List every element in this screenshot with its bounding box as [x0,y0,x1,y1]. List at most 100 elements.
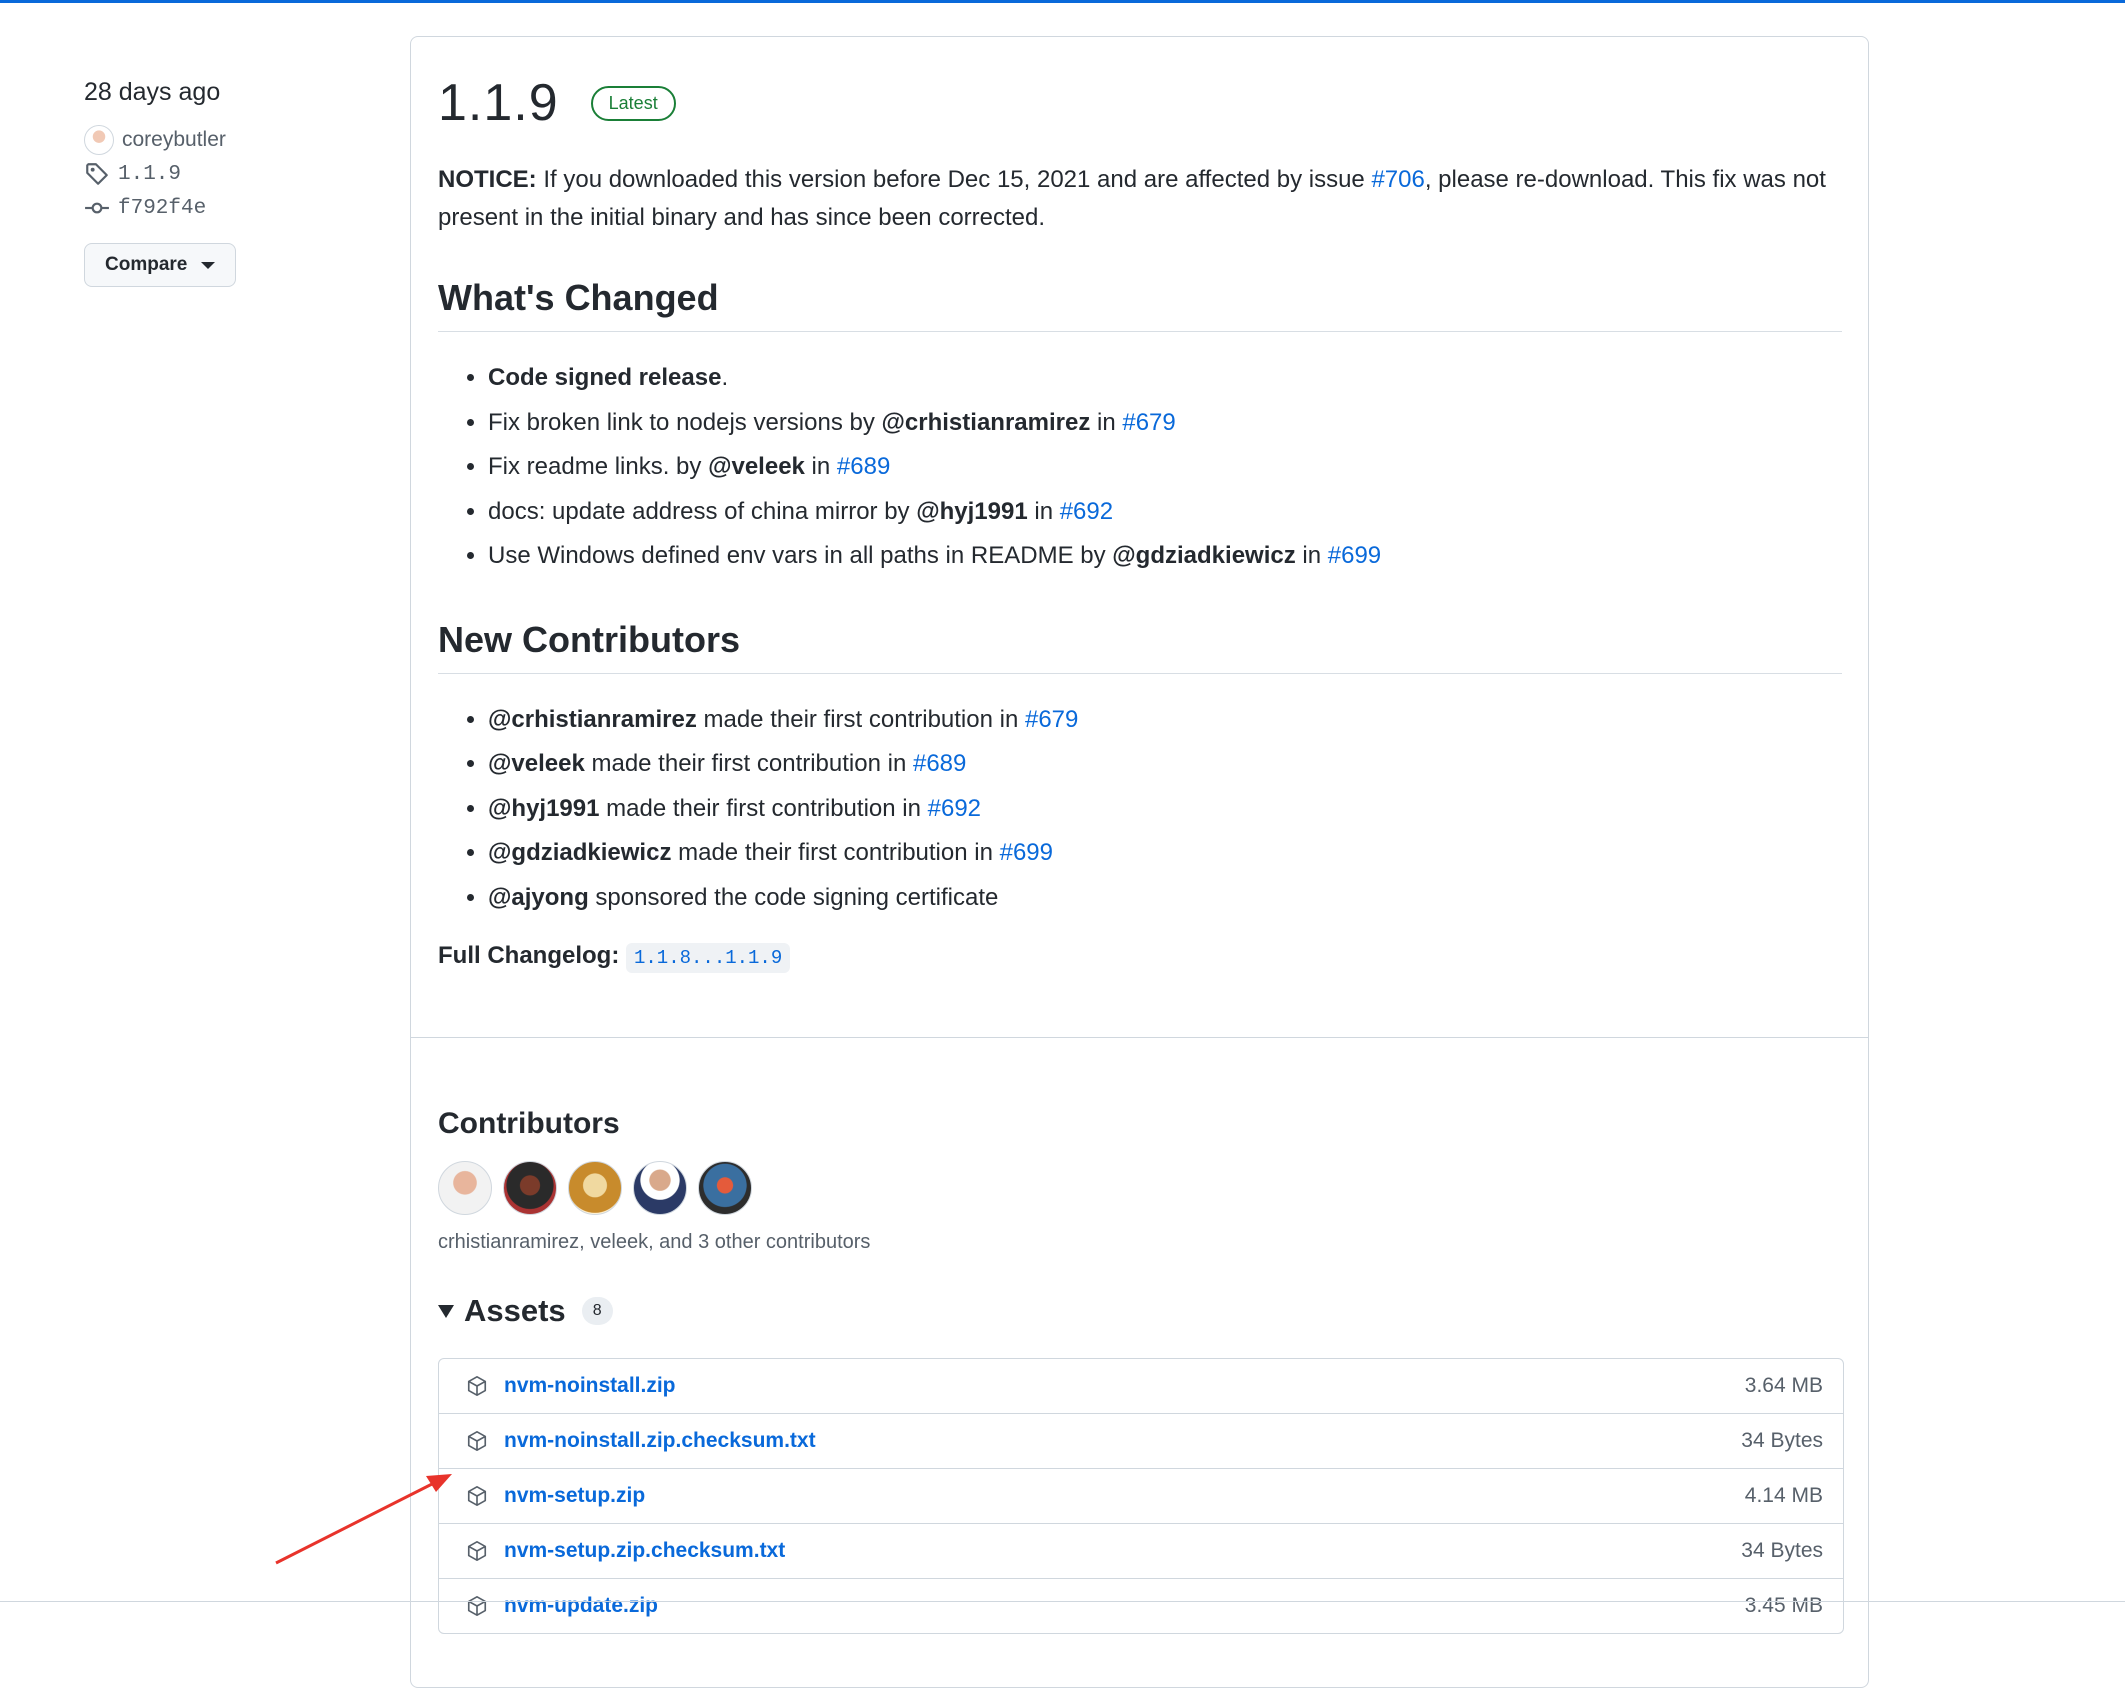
full-changelog-label: Full Changelog [438,942,612,969]
package-icon [467,1431,487,1451]
changes-list: Code signed release. Fix broken link to … [438,356,1842,579]
list-item: Use Windows defined env vars in all path… [488,534,1842,579]
chevron-down-icon [201,261,216,269]
whats-changed-heading: What's Changed [438,277,1842,332]
avatar[interactable] [698,1161,752,1215]
pr-link[interactable]: #679 [1122,409,1175,436]
pr-link[interactable]: #699 [1328,542,1381,569]
asset-row: nvm-noinstall.zip.checksum.txt 34 Bytes [439,1413,1843,1468]
avatar[interactable] [633,1161,687,1215]
asset-size: 3.45 MB [1744,1594,1823,1617]
user-mention[interactable]: @veleek [488,750,585,777]
change-tail: . [721,364,729,391]
package-icon [467,1486,487,1506]
asset-link[interactable]: nvm-noinstall.zip.checksum.txt [504,1429,1741,1453]
avatar[interactable] [438,1161,492,1215]
pr-link[interactable]: #679 [1025,706,1078,733]
avatar[interactable] [503,1161,557,1215]
commit-sha[interactable]: f792f4e [118,197,206,220]
asset-link[interactable]: nvm-noinstall.zip [504,1374,1745,1398]
pr-link[interactable]: #692 [1060,498,1113,525]
contrib-text: made their first contribution in [584,750,913,777]
release-title[interactable]: 1.1.9 [438,73,559,133]
contrib-text: made their first contribution in [599,794,928,822]
triangle-down-icon [438,1304,454,1318]
new-contributors-list: @crhistianramirez made their first contr… [438,698,1842,921]
author-avatar[interactable] [84,125,114,155]
change-text: Code signed release [488,364,722,391]
contrib-text: made their first contribution in [671,839,1000,866]
latest-badge: Latest [590,85,676,121]
change-text: Fix broken link to nodejs versions by [488,408,882,436]
asset-row: nvm-setup.zip.checksum.txt 34 Bytes [439,1523,1843,1578]
asset-size: 34 Bytes [1741,1429,1823,1452]
asset-link[interactable]: nvm-setup.zip.checksum.txt [504,1539,1741,1563]
user-mention[interactable]: @hyj1991 [488,795,599,822]
tag-icon [86,163,108,185]
release-header: 1.1.9 Latest [438,73,1842,133]
asset-size: 3.64 MB [1744,1374,1823,1397]
asset-size: 4.14 MB [1744,1484,1823,1507]
list-item: @crhistianramirez made their first contr… [488,698,1842,743]
author-row[interactable]: coreybutler [84,123,384,157]
change-text: in [1027,497,1060,525]
asset-list: nvm-noinstall.zip 3.64 MB nvm-noinstall.… [438,1358,1844,1634]
asset-size: 34 Bytes [1741,1539,1823,1562]
list-item: @hyj1991 made their first contribution i… [488,787,1842,832]
notice-text-before: If you downloaded this version before De… [536,166,1372,193]
release-meta: 28 days ago coreybutler 1.1.9 f792f4e Co… [84,78,384,287]
user-mention[interactable]: @hyj1991 [916,498,1027,525]
change-text: docs: update address of china mirror by [488,497,917,525]
asset-link[interactable]: nvm-update.zip [504,1594,1745,1618]
list-item: @ajyong sponsored the code signing certi… [488,876,1842,921]
assets-toggle[interactable]: Assets 8 [438,1293,613,1329]
full-changelog: Full Changelog: 1.1.8...1.1.9 [438,942,1842,973]
pr-link[interactable]: #699 [1000,839,1053,866]
viewport-bottom-edge [0,1601,2125,1602]
list-item: Code signed release. [488,356,1842,401]
compare-button[interactable]: Compare [84,243,237,287]
notice-label: NOTICE: [438,166,537,193]
user-mention[interactable]: @gdziadkiewicz [488,839,671,866]
avatar[interactable] [568,1161,622,1215]
package-icon [467,1376,487,1396]
commit-row[interactable]: f792f4e [84,191,384,225]
change-text: Use Windows defined env vars in all path… [488,542,1113,569]
notice-paragraph: NOTICE: If you downloaded this version b… [438,161,1842,237]
top-accent-line [0,0,2125,3]
package-icon [467,1596,487,1616]
commit-icon [85,202,109,214]
list-item: @gdziadkiewicz made their first contribu… [488,831,1842,876]
contrib-text: sponsored the code signing certificate [588,883,999,911]
pr-link[interactable]: #689 [913,750,966,777]
tag-row[interactable]: 1.1.9 [84,157,384,191]
user-mention[interactable]: @crhistianramirez [488,706,697,733]
asset-row: nvm-setup.zip 4.14 MB [439,1468,1843,1523]
user-mention[interactable]: @gdziadkiewicz [1112,542,1295,569]
asset-row: nvm-noinstall.zip 3.64 MB [439,1359,1843,1413]
new-contributors-heading: New Contributors [438,619,1842,674]
change-text: in [804,453,837,480]
asset-link[interactable]: nvm-setup.zip [504,1484,1745,1508]
issue-link[interactable]: #706 [1371,166,1424,193]
changelog-link[interactable]: 1.1.8...1.1.9 [626,943,791,973]
author-name[interactable]: coreybutler [122,128,226,152]
tag-name[interactable]: 1.1.9 [118,163,181,186]
package-icon [467,1541,487,1561]
pr-link[interactable]: #689 [837,453,890,480]
user-mention[interactable]: @ajyong [488,884,589,911]
compare-label: Compare [105,254,188,275]
asset-row: nvm-update.zip 3.45 MB [439,1578,1843,1633]
user-mention[interactable]: @crhistianramirez [882,409,1091,436]
contributors-summary: crhistianramirez, veleek, and 3 other co… [438,1231,871,1253]
assets-heading: Assets [464,1293,566,1328]
contrib-text: made their first contribution in [696,705,1025,733]
list-item: Fix broken link to nodejs versions by @c… [488,401,1842,446]
pr-link[interactable]: #692 [928,795,981,822]
release-time: 28 days ago [84,78,221,106]
user-mention[interactable]: @veleek [708,453,805,480]
change-text: in [1295,542,1328,569]
list-item: @veleek made their first contribution in… [488,742,1842,787]
change-text: Fix readme links. by [488,453,709,480]
list-item: Fix readme links. by @veleek in #689 [488,445,1842,490]
